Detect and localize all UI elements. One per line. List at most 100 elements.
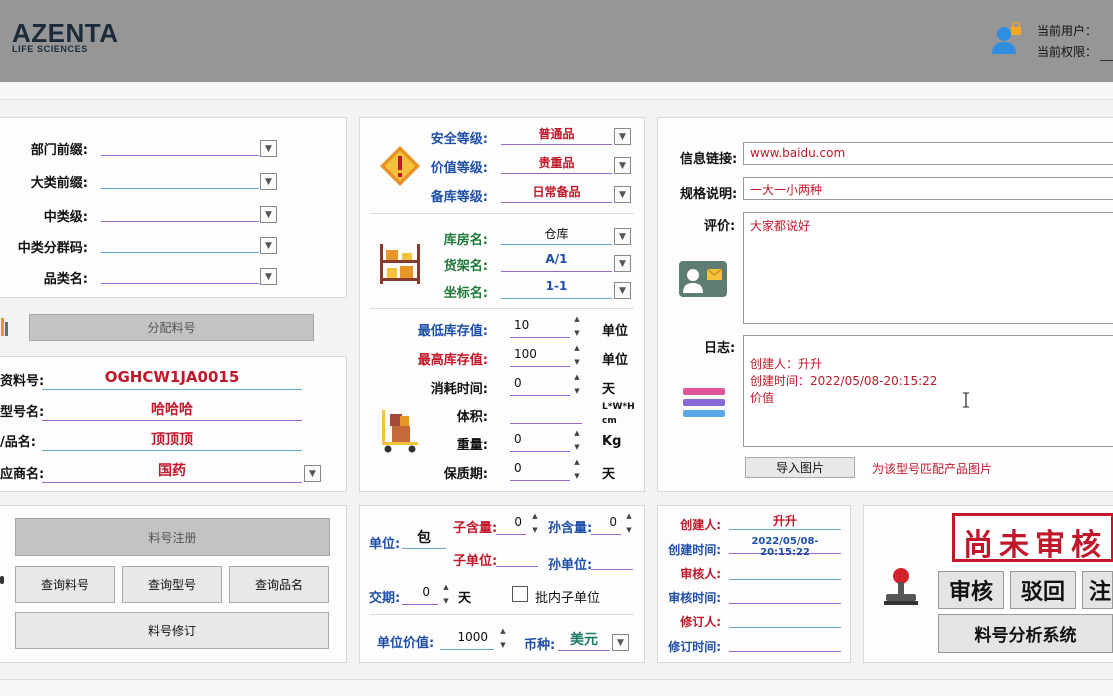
supplier-value[interactable]: 国药 <box>42 460 302 483</box>
chevron-down-icon[interactable]: ▼ <box>260 206 277 223</box>
model-label: 型号名: <box>0 405 45 420</box>
spinner-icon[interactable]: ▲ ▼ <box>572 374 582 395</box>
shelf-life-input[interactable]: 0 <box>510 461 570 481</box>
chevron-down-icon[interactable]: ▼ <box>614 128 631 145</box>
category-name-field[interactable] <box>101 268 259 284</box>
sub-qty-label: 子含量: <box>453 521 498 536</box>
reject-button[interactable]: 驳回 <box>1010 571 1076 609</box>
min-stock-unit: 单位 <box>602 324 629 339</box>
spinner-icon[interactable]: ▲ ▼ <box>624 513 634 534</box>
creator-label: 创建人: <box>680 518 721 532</box>
min-stock-input[interactable]: 10 <box>510 318 570 338</box>
current-permission-label: 当前权限： <box>1037 45 1098 59</box>
info-link-input[interactable]: www.baidu.com <box>743 142 1113 165</box>
audit-time-value[interactable] <box>729 586 841 604</box>
revise-time-value[interactable] <box>729 634 841 652</box>
unit-price-input[interactable]: 1000 <box>440 630 494 650</box>
dept-prefix-field[interactable] <box>101 140 259 156</box>
shelf-value[interactable]: A/1 <box>501 252 612 272</box>
assign-material-button[interactable]: 分配料号 <box>29 314 314 341</box>
chevron-down-icon[interactable]: ▼ <box>614 282 631 299</box>
reviser-value[interactable] <box>729 610 841 628</box>
min-stock-label: 最低库存值: <box>417 324 488 339</box>
chevron-down-icon[interactable]: ▼ <box>260 140 277 157</box>
spinner-icon[interactable]: ▲ ▼ <box>498 628 508 649</box>
query-material-button[interactable]: 查询料号 <box>15 566 115 603</box>
unit-value[interactable]: 包 <box>402 527 446 549</box>
material-no-label: 资料号: <box>0 374 45 389</box>
grand-qty-label: 孙含量: <box>548 521 593 536</box>
chevron-down-icon[interactable]: ▼ <box>614 228 631 245</box>
batch-sub-unit-checkbox[interactable] <box>512 586 528 602</box>
safety-grade-value[interactable]: 普通品 <box>501 125 612 145</box>
warehouse-value[interactable]: 仓库 <box>501 225 612 245</box>
create-time-value[interactable]: 2022/05/08-20:15:22 <box>729 536 841 558</box>
sub-qty-input[interactable]: 0 <box>496 515 526 535</box>
revise-material-button[interactable]: 料号修订 <box>15 612 329 649</box>
volume-input[interactable] <box>510 404 582 424</box>
major-prefix-field[interactable] <box>101 173 259 189</box>
volume-label: 体积: <box>456 410 488 425</box>
value-grade-label: 价值等级: <box>430 161 488 176</box>
divider <box>370 308 634 309</box>
query-model-button[interactable]: 查询型号 <box>122 566 222 603</box>
import-hint-text: 为该型号匹配产品图片 <box>872 462 993 476</box>
currency-label: 币种: <box>524 638 556 653</box>
material-analysis-button[interactable]: 料号分析系统 <box>938 614 1113 653</box>
spinner-icon[interactable]: ▲ ▼ <box>572 345 582 366</box>
chevron-down-icon[interactable]: ▼ <box>614 255 631 272</box>
mid-level-field[interactable] <box>101 206 259 222</box>
register-material-button[interactable]: 料号注册 <box>15 518 330 556</box>
spinner-icon[interactable]: ▲ ▼ <box>441 584 451 605</box>
audit-status-stamp: 尚未审核 <box>952 513 1113 562</box>
consume-time-input[interactable]: 0 <box>510 376 570 396</box>
chevron-down-icon[interactable]: ▼ <box>614 186 631 203</box>
chevron-down-icon[interactable]: ▼ <box>260 268 277 285</box>
product-value[interactable]: 顶顶顶 <box>42 429 302 451</box>
query-product-button[interactable]: 查询品名 <box>229 566 329 603</box>
chevron-down-icon[interactable]: ▼ <box>260 173 277 190</box>
grand-qty-input[interactable]: 0 <box>591 515 621 535</box>
text-cursor-icon <box>962 392 970 408</box>
review-textarea[interactable]: 大家都说好 <box>743 212 1113 324</box>
list-icon <box>683 386 725 420</box>
auditor-value[interactable] <box>729 562 841 580</box>
batch-sub-unit-label: 批内子单位 <box>535 591 601 606</box>
status-strip <box>0 679 1113 696</box>
product-label: /品名: <box>0 435 36 450</box>
max-stock-input[interactable]: 100 <box>510 347 570 367</box>
grand-unit-label: 孙单位: <box>548 558 593 573</box>
chevron-down-icon[interactable]: ▼ <box>612 634 629 651</box>
spec-input[interactable]: 一大一小两种 <box>743 177 1113 200</box>
stamp-icon <box>880 566 922 608</box>
coordinate-value[interactable]: 1-1 <box>501 279 612 299</box>
third-action-button[interactable]: 注 <box>1082 571 1113 609</box>
material-no-value[interactable]: OGHCW1JA0015 <box>42 368 302 390</box>
value-grade-value[interactable]: 贵重品 <box>501 154 612 174</box>
app-header <box>0 0 1113 82</box>
approve-button[interactable]: 审核 <box>938 571 1004 609</box>
log-label: 日志: <box>704 341 736 356</box>
chevron-down-icon[interactable]: ▼ <box>260 237 277 254</box>
grand-unit-input[interactable] <box>591 554 633 570</box>
log-textarea[interactable]: 创建人：升升 创建时间：2022/05/08-20:15:22 价值 <box>743 335 1113 447</box>
spinner-icon[interactable]: ▲ ▼ <box>572 316 582 337</box>
model-value[interactable]: 哈哈哈 <box>42 399 302 421</box>
creator-value[interactable]: 升升 <box>729 512 841 530</box>
currency-value[interactable]: 美元 <box>558 629 610 651</box>
lead-time-input[interactable]: 0 <box>402 585 438 605</box>
lead-time-label: 交期: <box>369 591 401 606</box>
spinner-icon[interactable]: ▲ ▼ <box>572 459 582 480</box>
import-image-button[interactable]: 导入图片 <box>745 457 855 478</box>
sub-unit-input[interactable] <box>496 551 538 567</box>
chevron-down-icon[interactable]: ▼ <box>614 157 631 174</box>
weight-input[interactable]: 0 <box>510 432 570 452</box>
divider <box>370 213 634 214</box>
mid-group-code-field[interactable] <box>101 237 259 253</box>
max-stock-unit: 单位 <box>602 353 629 368</box>
toolbar-strip <box>0 82 1113 100</box>
spinner-icon[interactable]: ▲ ▼ <box>530 513 540 534</box>
spinner-icon[interactable]: ▲ ▼ <box>572 430 582 451</box>
chevron-down-icon[interactable]: ▼ <box>304 465 321 482</box>
stock-grade-value[interactable]: 日常备品 <box>501 183 612 203</box>
